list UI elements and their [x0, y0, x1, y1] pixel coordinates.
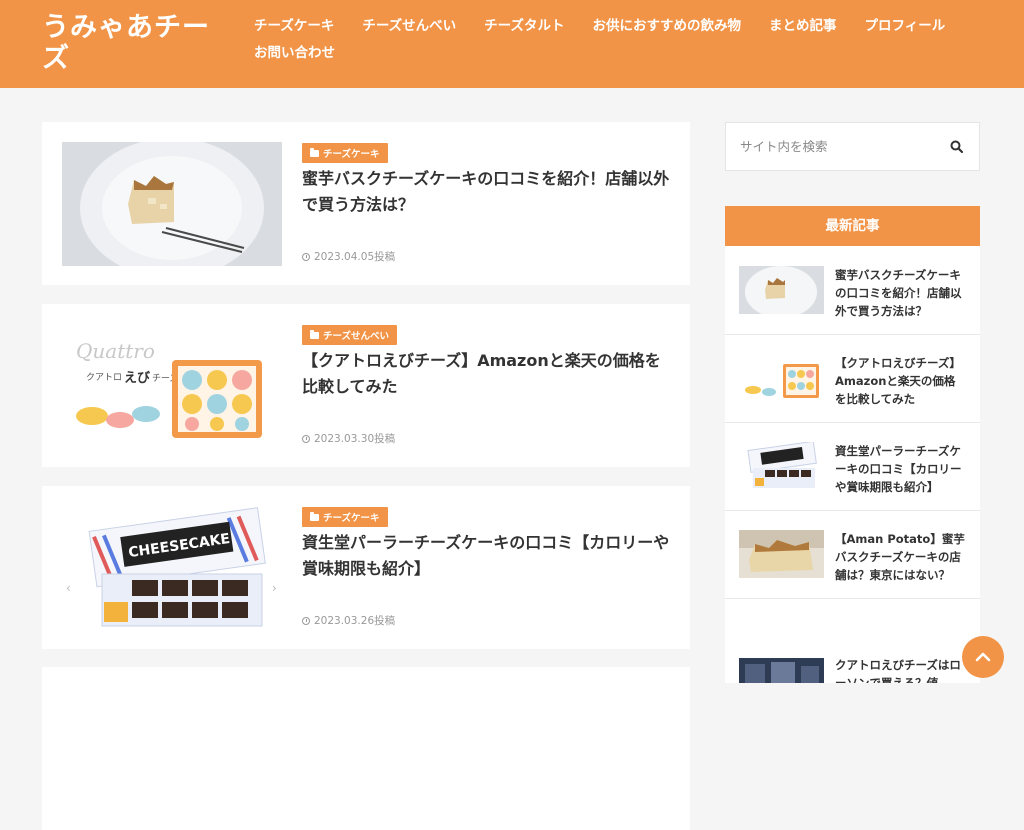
category-label: チーズケーキ — [323, 149, 380, 160]
latest-post-item[interactable]: 【Aman Potato】蜜芋バスクチーズケーキの店舗は？東京にはない？ — [725, 510, 980, 599]
shiseido-cheesecake-box-image: CHEESECAKE ‹ › — [62, 506, 282, 630]
nav-item-cheesecake[interactable]: チーズケーキ — [254, 16, 334, 37]
latest-post-thumbnail — [739, 266, 824, 314]
nav-item-cheese-senbei[interactable]: チーズせんべい — [362, 16, 456, 37]
svg-text:›: › — [272, 581, 277, 595]
latest-posts-list: 蜜芋バスクチーズケーキの口コミを紹介！店舗以外で買う方法は？ 【クアトロえびチー… — [725, 246, 980, 683]
latest-post-title: 蜜芋バスクチーズケーキの口コミを紹介！店舗以外で買う方法は？ — [835, 268, 962, 318]
category-badge[interactable]: チーズせんべい — [302, 325, 398, 345]
latest-post-thumbnail — [739, 442, 824, 490]
date-text: 2023.03.26投稿 — [314, 615, 396, 627]
chevron-up-icon — [975, 652, 991, 662]
site-header: うみゃあチーズ チーズケーキ チーズせんべい チーズタルト お供におすすめの飲み… — [0, 0, 1024, 88]
scroll-to-top-button[interactable] — [962, 636, 1004, 678]
latest-post-item[interactable]: クアトロえびチーズはローソンで買える？値 — [725, 646, 980, 683]
clock-icon — [302, 616, 310, 625]
category-badge[interactable]: チーズケーキ — [302, 507, 388, 527]
latest-post-title: 【クアトロえびチーズ】Amazonと楽天の価格を比較してみた — [835, 356, 961, 406]
article-date: 2023.03.26投稿 — [302, 613, 395, 628]
thumb-quattro-kana: クアトロ — [86, 372, 122, 383]
article-date: 2023.04.05投稿 — [302, 249, 395, 264]
latest-post-item[interactable]: 【クアトロえびチーズ】Amazonと楽天の価格を比較してみた — [725, 334, 980, 423]
nav-item-profile[interactable]: プロフィール — [864, 16, 945, 37]
latest-posts-heading: 最新記事 — [725, 206, 980, 246]
latest-post-title: クアトロえびチーズはローソンで買える？値 — [835, 658, 961, 683]
search-box — [725, 122, 980, 171]
clock-icon — [302, 434, 310, 443]
svg-text:‹: ‹ — [66, 581, 71, 595]
latest-post-item[interactable]: 資生堂パーラーチーズケーキの口コミ【カロリーや賞味期限も紹介】 — [725, 422, 980, 511]
latest-post-thumbnail — [739, 658, 824, 683]
thumb-ebi-text: えび — [124, 371, 151, 386]
quattro-ebi-cheese-image: Quattro クアトロ えび チーズ — [62, 324, 282, 448]
article-card: Quattro クアトロ えび チーズ チーズせんべい 【クアトロえびチーズ】A… — [42, 304, 690, 467]
article-title[interactable]: 【クアトロえびチーズ】Amazonと楽天の価格を比較してみた — [302, 348, 672, 400]
category-badge[interactable]: チーズケーキ — [302, 143, 388, 163]
nav-item-summary[interactable]: まとめ記事 — [769, 16, 837, 37]
folder-icon — [310, 147, 319, 157]
latest-post-title: 資生堂パーラーチーズケーキの口コミ【カロリーや賞味期限も紹介】 — [835, 444, 962, 494]
cheesecake-plate-image — [62, 142, 282, 266]
latest-post-thumbnail — [739, 354, 824, 402]
article-date: 2023.03.30投稿 — [302, 431, 395, 446]
folder-icon — [310, 329, 319, 339]
latest-post-item[interactable]: 蜜芋バスクチーズケーキの口コミを紹介！店舗以外で買う方法は？ — [725, 246, 980, 335]
nav-item-cheese-tart[interactable]: チーズタルト — [484, 16, 564, 37]
article-thumbnail[interactable]: Quattro クアトロ えび チーズ — [62, 324, 282, 448]
latest-post-thumbnail — [739, 530, 824, 578]
article-card: チーズケーキ 蜜芋バスクチーズケーキの口コミを紹介！店舗以外で買う方法は？ 20… — [42, 122, 690, 285]
latest-post-title: 【Aman Potato】蜜芋バスクチーズケーキの店舗は？東京にはない？ — [835, 532, 965, 582]
search-input[interactable] — [726, 123, 936, 170]
clock-icon — [302, 252, 310, 261]
date-text: 2023.03.30投稿 — [314, 433, 396, 445]
category-label: チーズケーキ — [323, 513, 380, 524]
article-title[interactable]: 蜜芋バスクチーズケーキの口コミを紹介！店舗以外で買う方法は？ — [302, 166, 672, 218]
search-icon — [950, 140, 964, 154]
article-thumbnail[interactable] — [62, 142, 282, 266]
nav-item-contact[interactable]: お問い合わせ — [254, 43, 335, 64]
category-label: チーズせんべい — [323, 331, 390, 342]
nav-item-drinks[interactable]: お供におすすめの飲み物 — [592, 16, 741, 37]
article-thumbnail[interactable]: CHEESECAKE ‹ › — [62, 506, 282, 630]
article-card — [42, 667, 690, 830]
article-card: CHEESECAKE ‹ › チーズケーキ 資生堂パーラーチーズケーキの口コミ【… — [42, 486, 690, 649]
date-text: 2023.04.05投稿 — [314, 251, 396, 263]
site-title[interactable]: うみゃあチーズ — [42, 12, 232, 74]
article-title[interactable]: 資生堂パーラーチーズケーキの口コミ【カロリーや賞味期限も紹介】 — [302, 530, 672, 582]
search-button[interactable] — [945, 135, 969, 159]
folder-icon — [310, 511, 319, 521]
thumb-quattro-text: Quattro — [76, 339, 155, 363]
global-nav: チーズケーキ チーズせんべい チーズタルト お供におすすめの飲み物 まとめ記事 … — [254, 16, 1014, 64]
